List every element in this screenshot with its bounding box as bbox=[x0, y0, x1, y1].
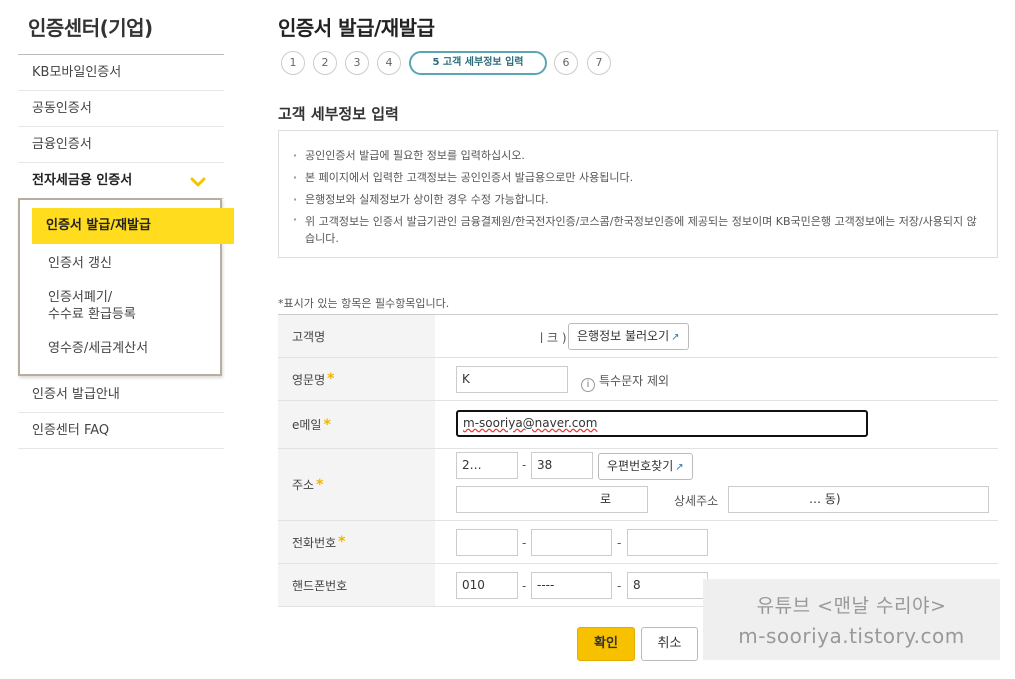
label-english-name: 영문명 * bbox=[278, 358, 435, 400]
step-7: 7 bbox=[587, 51, 611, 75]
submenu-item-receipt[interactable]: 영수증/세금계산서 bbox=[34, 340, 234, 357]
english-name-hint: i 특수문자 제외 bbox=[581, 372, 669, 392]
button-label: 은행정보 불러오기 bbox=[577, 329, 670, 343]
zipcode-input-2[interactable]: 38 bbox=[531, 452, 593, 479]
watermark: 유튜브 <맨날 수리야> m-sooriya.tistory.com bbox=[703, 579, 1000, 660]
mobile-input-3[interactable]: 8 bbox=[627, 572, 708, 599]
notice-box: 공인인증서 발급에 필요한 정보를 입력하십시오. 본 페이지에서 입력한 고객… bbox=[278, 130, 998, 258]
sidebar-item-label: 인증센터 FAQ bbox=[32, 423, 110, 438]
label-text: e메일 bbox=[292, 418, 322, 432]
watermark-line1: 유튜브 <맨날 수리야> bbox=[756, 595, 947, 617]
info-icon: i bbox=[581, 378, 595, 392]
hint-text: 특수문자 제외 bbox=[599, 374, 670, 388]
confirm-button[interactable]: 확인 bbox=[577, 627, 635, 661]
detail-address-input[interactable]: … 동) bbox=[728, 486, 989, 513]
submenu-item-revoke[interactable]: 인증서폐기/ 수수료 환급등록 bbox=[34, 289, 234, 323]
dash: - bbox=[522, 458, 527, 472]
sidebar-item-joint-cert[interactable]: 공동인증서 bbox=[18, 91, 224, 127]
sidebar-item-label: KB모바일인증서 bbox=[32, 65, 122, 80]
sidebar-item-label: 인증서 발급안내 bbox=[32, 387, 120, 402]
cancel-button[interactable]: 취소 bbox=[641, 627, 698, 661]
sidebar-title: 인증센터(기업) bbox=[28, 16, 153, 40]
sidebar-item-finance-cert[interactable]: 금융인증서 bbox=[18, 127, 224, 163]
sidebar-item-kb-mobile[interactable]: KB모바일인증서 bbox=[18, 55, 224, 91]
step-3: 3 bbox=[345, 51, 369, 75]
phone-input-3[interactable] bbox=[627, 529, 708, 556]
step-5-current: 5 고객 세부정보 입력 bbox=[409, 51, 547, 75]
required-star-icon: * bbox=[323, 416, 331, 433]
phone-input-2[interactable] bbox=[531, 529, 612, 556]
label-text: 전화번호 bbox=[292, 535, 337, 550]
label-text: 핸드폰번호 bbox=[292, 578, 348, 593]
required-note: *표시가 있는 항목은 필수항목입니다. bbox=[278, 297, 450, 310]
external-link-icon: ↗ bbox=[671, 332, 680, 343]
sidebar-item-label: 금융인증서 bbox=[32, 137, 92, 152]
label-phone: 전화번호 * bbox=[278, 521, 435, 563]
label-customer-name: 고객명 bbox=[278, 315, 435, 357]
sidebar-submenu: 인증서 발급/재발급 인증서 갱신 인증서폐기/ 수수료 환급등록 영수증/세금… bbox=[18, 198, 234, 376]
submenu-item-renew[interactable]: 인증서 갱신 bbox=[34, 255, 234, 272]
chevron-down-icon bbox=[190, 163, 206, 199]
row-email: e메일 * m-sooriya@naver.com bbox=[278, 401, 998, 449]
submenu-item-label-line2: 수수료 환급등록 bbox=[48, 307, 136, 322]
sidebar-item-faq[interactable]: 인증센터 FAQ bbox=[18, 413, 224, 449]
required-star-icon: * bbox=[316, 476, 324, 493]
sidebar-item-label: 전자세금용 인증서 bbox=[32, 173, 133, 188]
external-link-icon: ↗ bbox=[675, 462, 684, 473]
button-label: 우편번호찾기 bbox=[607, 459, 674, 473]
mobile-input-2[interactable]: ---- bbox=[531, 572, 612, 599]
sidebar-item-tax-cert[interactable]: 전자세금용 인증서 bbox=[18, 163, 224, 199]
step-2: 2 bbox=[313, 51, 337, 75]
english-name-input[interactable]: K bbox=[456, 366, 568, 393]
dash: - bbox=[617, 536, 622, 550]
sidebar-item-issue-guide[interactable]: 인증서 발급안내 bbox=[18, 377, 224, 413]
label-email: e메일 * bbox=[278, 401, 435, 448]
submenu-item-issue[interactable]: 인증서 발급/재발급 bbox=[32, 208, 234, 244]
row-english-name: 영문명 * K i 특수문자 제외 bbox=[278, 358, 998, 401]
page-title: 인증서 발급/재발급 bbox=[278, 16, 435, 40]
row-phone: 전화번호 * - - bbox=[278, 521, 998, 564]
customer-form: 고객명 ㅣ크 ) 은행정보 불러오기 ↗ 영문명 * K i 특수문자 제외 e메일 *… bbox=[278, 314, 998, 607]
label-text: 영문명 bbox=[292, 372, 326, 387]
notice-item: 공인인증서 발급에 필요한 정보를 입력하십시오. bbox=[293, 145, 981, 167]
find-zipcode-button[interactable]: 우편번호찾기 ↗ bbox=[598, 453, 693, 480]
row-customer-name: 고객명 ㅣ크 ) 은행정보 불러오기 ↗ bbox=[278, 315, 998, 358]
detail-address-label: 상세주소 bbox=[674, 494, 719, 508]
watermark-line2: m-sooriya.tistory.com bbox=[738, 624, 965, 648]
sidebar-item-label: 공동인증서 bbox=[32, 101, 92, 116]
submenu-item-label-line1: 인증서폐기/ bbox=[48, 290, 113, 305]
mobile-input-1[interactable]: 010 bbox=[456, 572, 518, 599]
road-address-input[interactable]: 로 bbox=[456, 486, 648, 513]
phone-input-1[interactable] bbox=[456, 529, 518, 556]
customer-name-value: ㅣ크 ) bbox=[536, 331, 567, 345]
required-star-icon: * bbox=[338, 534, 346, 550]
step-6: 6 bbox=[554, 51, 578, 75]
notice-item: 은행정보와 실제정보가 상이한 경우 수정 가능합니다. bbox=[293, 189, 981, 211]
load-bank-info-button[interactable]: 은행정보 불러오기 ↗ bbox=[568, 323, 689, 350]
label-text: 고객명 bbox=[292, 329, 326, 344]
label-text: 주소 bbox=[292, 478, 315, 492]
notice-item: 본 페이지에서 입력한 고객정보는 공인인증서 발급용으로만 사용됩니다. bbox=[293, 167, 981, 189]
dash: - bbox=[617, 579, 622, 593]
zipcode-input-1[interactable]: 2… bbox=[456, 452, 518, 479]
dash: - bbox=[522, 536, 527, 550]
email-value: m-sooriya@naver.com bbox=[463, 416, 598, 430]
section-title: 고객 세부정보 입력 bbox=[278, 105, 399, 123]
row-address: 주소 * 2… - 38 우편번호찾기 ↗ 로 상세주소 … 동) bbox=[278, 449, 998, 521]
label-address: 주소 * bbox=[278, 449, 435, 520]
notice-item: 위 고객정보는 인증서 발급기관인 금융결제원/한국전자인증/코스콤/한국정보인… bbox=[293, 211, 981, 247]
label-mobile: 핸드폰번호 bbox=[278, 564, 435, 606]
email-input[interactable]: m-sooriya@naver.com bbox=[456, 410, 868, 437]
step-4: 4 bbox=[377, 51, 401, 75]
step-1: 1 bbox=[281, 51, 305, 75]
required-star-icon: * bbox=[327, 371, 335, 387]
dash: - bbox=[522, 579, 527, 593]
